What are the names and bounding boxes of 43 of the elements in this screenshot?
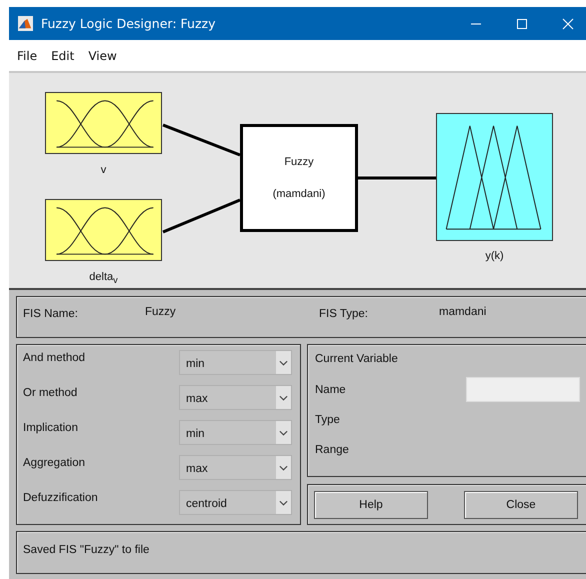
variable-field-label: Type xyxy=(315,414,341,426)
menu-item[interactable]: File xyxy=(9,48,44,62)
method-label: And method xyxy=(23,351,86,364)
maximize-icon[interactable] xyxy=(516,18,528,30)
window-title: Fuzzy Logic Designer: Fuzzy xyxy=(41,16,216,31)
output-variable-label: y(k) xyxy=(484,250,505,262)
menu-item[interactable]: Edit xyxy=(44,48,82,62)
chevron-down-icon xyxy=(279,464,288,470)
section-title: Current Variable xyxy=(315,353,399,365)
method-dropdown[interactable]: centroid xyxy=(179,490,292,515)
fis-label: FIS Name: xyxy=(23,308,79,320)
chevron-down-icon xyxy=(279,500,288,506)
system-name: Fuzzy xyxy=(284,156,314,168)
method-dropdown[interactable]: min xyxy=(179,420,292,445)
close-icon[interactable] xyxy=(562,18,574,30)
status-message: Saved FIS "Fuzzy" to file xyxy=(23,544,150,556)
output-membership-node[interactable] xyxy=(436,113,553,241)
method-dropdown[interactable]: min xyxy=(179,350,292,375)
method-dropdown[interactable]: max xyxy=(179,385,292,410)
variable-field-label: Name xyxy=(315,384,347,396)
fis-value: mamdani xyxy=(439,306,488,318)
variable-name-field[interactable] xyxy=(466,376,580,402)
input-variable-label: delta$_{v}$ xyxy=(88,271,119,286)
method-label: Implication xyxy=(23,421,79,434)
variable-field-label: Range xyxy=(315,444,350,456)
chevron-down-icon xyxy=(279,430,288,436)
system-type: (mamdani) xyxy=(272,188,326,200)
input-membership-node[interactable] xyxy=(45,92,162,154)
method-label: Defuzzification xyxy=(23,491,99,504)
system-node[interactable]: Fuzzy (mamdani) xyxy=(240,124,358,232)
method-label: Aggregation xyxy=(23,456,86,469)
chevron-down-icon xyxy=(279,394,288,400)
method-dropdown[interactable]: max xyxy=(179,455,292,480)
dialog-button[interactable]: Close xyxy=(464,490,578,518)
fis-value: Fuzzy xyxy=(145,306,177,318)
input-membership-node[interactable] xyxy=(45,199,162,261)
menu-item[interactable]: View xyxy=(81,48,124,62)
chevron-down-icon xyxy=(279,360,288,366)
app-icon xyxy=(18,16,33,31)
fis-label: FIS Type: xyxy=(319,308,370,320)
dialog-button[interactable]: Help xyxy=(314,490,428,518)
input-variable-label: v xyxy=(100,164,108,176)
method-label: Or method xyxy=(23,386,78,399)
